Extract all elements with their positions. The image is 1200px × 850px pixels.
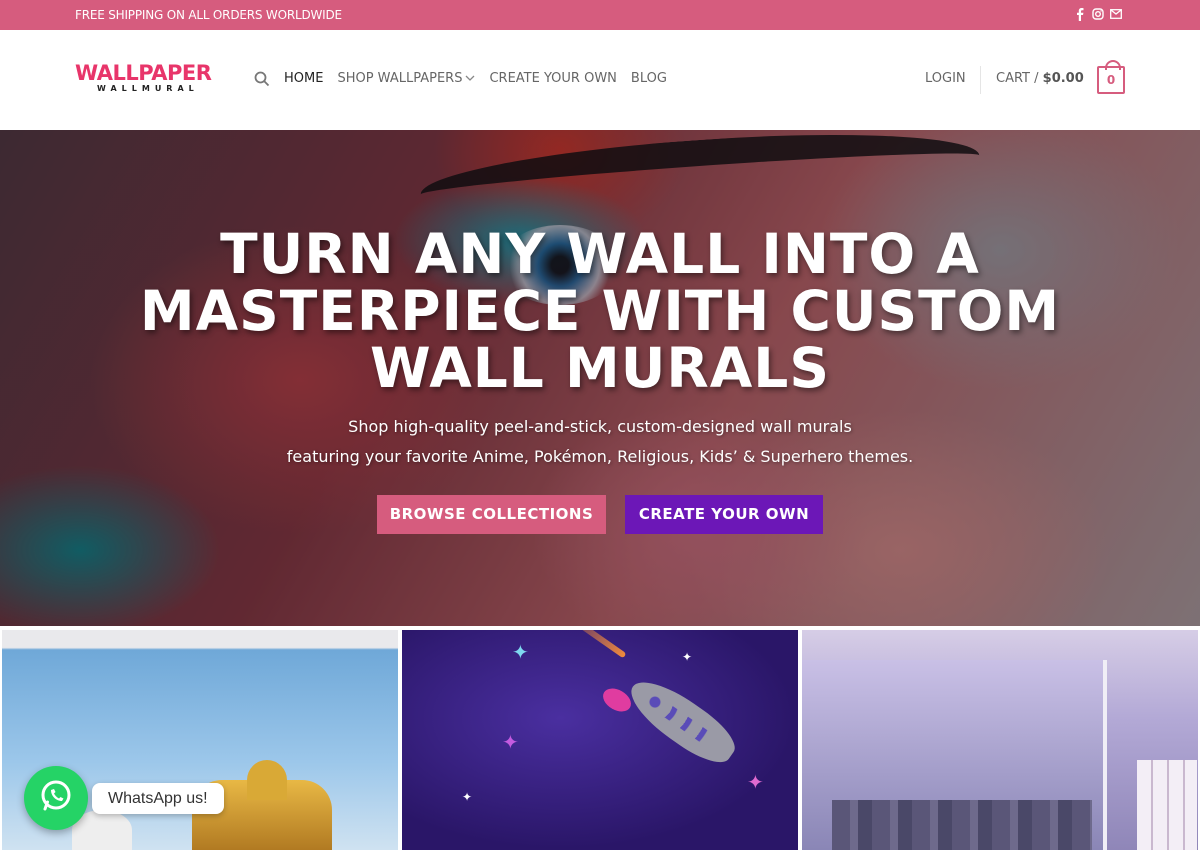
shipping-promo-text: FREE SHIPPING ON ALL ORDERS WORLDWIDE — [75, 8, 342, 22]
nav-create-your-own[interactable]: CREATE YOUR OWN — [489, 71, 616, 86]
header-divider — [980, 66, 981, 94]
hero-title-line-1: TURN ANY WALL INTO A — [220, 222, 980, 286]
hero-subtitle-line-2: featuring your favorite Anime, Pokémon, … — [286, 447, 914, 466]
star-icon: ✦ — [502, 730, 519, 754]
tile-rocket-shape — [620, 669, 744, 773]
social-links — [1074, 7, 1122, 21]
hero-title-line-3: WALL MURALS — [370, 336, 830, 400]
browse-collections-button[interactable]: BROWSE COLLECTIONS — [377, 495, 606, 534]
whatsapp-button[interactable] — [24, 766, 88, 830]
cart-label: CART / — [996, 71, 1039, 86]
search-icon[interactable] — [254, 71, 272, 89]
tile-comet-streak — [557, 630, 627, 659]
hero-title-line-2: MASTERPIECE WITH CUSTOM — [139, 279, 1061, 343]
nav-shop-wallpapers[interactable]: SHOP WALLPAPERS — [337, 71, 475, 86]
hero-title: TURN ANY WALL INTO A MASTERPIECE WITH CU… — [100, 226, 1100, 397]
create-your-own-button[interactable]: CREATE YOUR OWN — [625, 495, 823, 534]
category-tiles: ✦ ✦ ✦ ✦ ✦ — [0, 626, 1200, 850]
site-logo[interactable]: WALLPAPER WALLMURAL — [75, 62, 225, 93]
tile-city-skyline — [832, 800, 1092, 850]
star-icon: ✦ — [747, 770, 764, 794]
chevron-down-icon — [465, 71, 475, 86]
hero-subtitle-line-1: Shop high-quality peel-and-stick, custom… — [348, 417, 852, 436]
logo-sub-text: WALLMURAL — [97, 84, 199, 93]
facebook-icon[interactable] — [1074, 7, 1086, 21]
city-mural-tile[interactable] — [802, 630, 1198, 850]
main-navigation: HOME SHOP WALLPAPERS CREATE YOUR OWN BLO… — [284, 71, 667, 86]
star-icon: ✦ — [462, 790, 473, 804]
cart-link[interactable]: CART / $0.00 — [996, 71, 1084, 86]
login-link[interactable]: LOGIN — [925, 71, 966, 86]
instagram-icon[interactable] — [1092, 7, 1104, 21]
cart-count-badge[interactable]: 0 — [1097, 60, 1125, 94]
whatsapp-label[interactable]: WhatsApp us! — [92, 783, 224, 814]
cart-total: $0.00 — [1042, 71, 1084, 86]
nav-blog[interactable]: BLOG — [631, 71, 667, 86]
tile-rocket-fin — [599, 683, 635, 717]
hero-subtitle: Shop high-quality peel-and-stick, custom… — [200, 412, 1000, 472]
nav-shop-label: SHOP WALLPAPERS — [337, 71, 463, 86]
star-icon: ✦ — [682, 650, 693, 664]
star-icon: ✦ — [512, 640, 529, 664]
envelope-icon[interactable] — [1110, 7, 1122, 21]
logo-main-text: WALLPAPER — [75, 61, 212, 85]
hero-banner: TURN ANY WALL INTO A MASTERPIECE WITH CU… — [0, 130, 1200, 626]
top-announcement-bar: FREE SHIPPING ON ALL ORDERS WORLDWIDE — [0, 0, 1200, 30]
space-mural-tile[interactable]: ✦ ✦ ✦ ✦ ✦ — [402, 630, 798, 850]
site-header: WALLPAPER WALLMURAL HOME SHOP WALLPAPERS… — [0, 30, 1200, 130]
tile-window-shape — [1137, 760, 1197, 850]
tile-temple-dome-shape — [247, 760, 287, 800]
nav-home[interactable]: HOME — [284, 71, 323, 86]
whatsapp-icon — [38, 778, 74, 818]
